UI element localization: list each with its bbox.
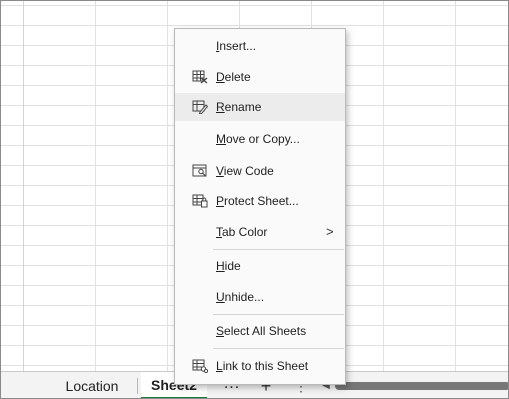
menu-item-select-all-sheets[interactable]: Select All Sheets [175, 317, 345, 345]
menu-item-move-or-copy[interactable]: Move or Copy... [175, 125, 345, 153]
menu-item-protect-sheet[interactable]: Protect Sheet... [175, 187, 345, 215]
menu-separator [213, 249, 344, 250]
menu-item-tab-color[interactable]: Tab Color > [175, 218, 345, 246]
menu-item-label: Hide [216, 259, 241, 273]
view-code-icon [192, 164, 208, 178]
menu-item-label: Unhide... [216, 290, 265, 304]
menu-item-label: Select All Sheets [216, 324, 307, 338]
tab-divider [137, 378, 138, 394]
row-header-divider [23, 1, 24, 373]
spreadsheet-window: Location Sheet2 ... + ⋮ ◀ Insert... Dele… [0, 0, 509, 399]
menu-item-insert[interactable]: Insert... [175, 32, 345, 60]
menu-separator [213, 314, 344, 315]
horizontal-scrollbar-thumb[interactable] [335, 382, 508, 390]
menu-item-hide[interactable]: Hide [175, 252, 345, 280]
menu-item-unhide[interactable]: Unhide... [175, 283, 345, 311]
menu-item-label: Rename [216, 100, 262, 114]
menu-item-label: Delete [216, 70, 251, 84]
submenu-chevron-icon: > [326, 224, 334, 239]
menu-item-label: Protect Sheet... [216, 194, 299, 208]
rename-sheet-icon [192, 100, 209, 115]
menu-item-label: Tab Color [216, 225, 268, 239]
menu-separator [213, 348, 344, 349]
link-sheet-icon [192, 359, 209, 374]
menu-item-delete[interactable]: Delete [175, 63, 345, 91]
menu-item-rename[interactable]: Rename [175, 93, 345, 121]
menu-item-link-to-sheet[interactable]: Link to this Sheet [175, 352, 345, 380]
sheet-tab-location[interactable]: Location [47, 372, 137, 398]
menu-item-view-code[interactable]: View Code [175, 157, 345, 185]
menu-item-label: Insert... [216, 39, 257, 53]
delete-sheet-icon [192, 70, 208, 84]
menu-item-label: View Code [216, 164, 274, 178]
sheet-context-menu: Insert... Delete Rename Move or Copy... … [174, 28, 346, 385]
menu-item-label: Link to this Sheet [216, 359, 309, 373]
protect-sheet-icon [192, 194, 208, 208]
menu-item-label: Move or Copy... [216, 132, 300, 146]
